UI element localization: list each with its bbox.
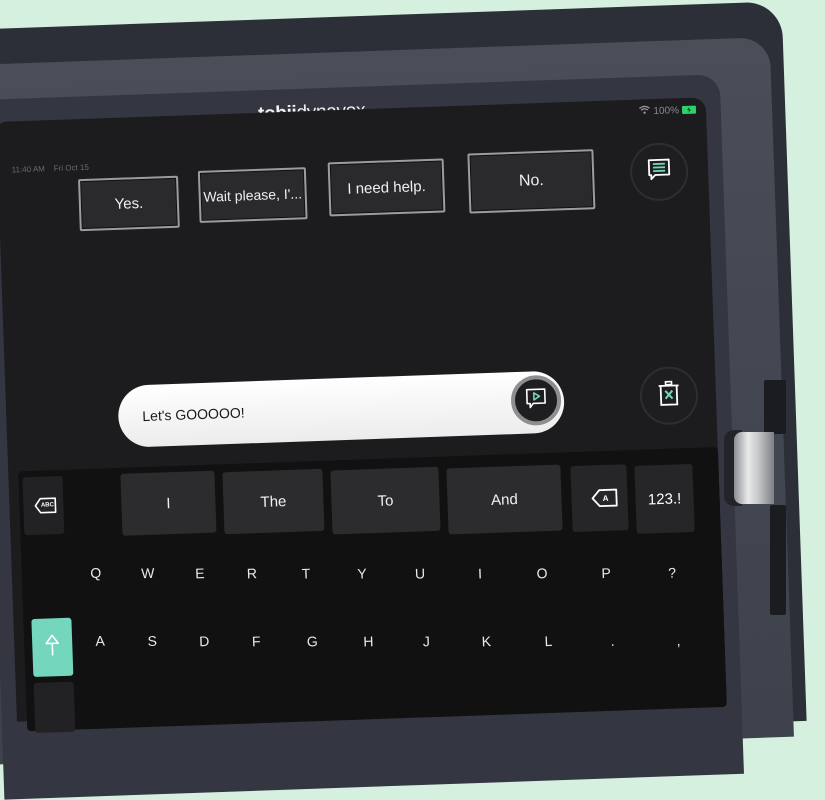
letter-key[interactable]: D	[192, 633, 217, 650]
lower-side-key[interactable]	[34, 682, 76, 733]
letter-key[interactable]: O	[530, 565, 555, 582]
prediction-key[interactable]: To	[330, 467, 440, 535]
letter-key[interactable]: .	[600, 632, 625, 649]
message-text[interactable]: Let's GOOOOO!	[142, 405, 245, 425]
message-list-icon	[646, 156, 673, 188]
mount-hinge	[734, 432, 774, 504]
speak-button[interactable]	[510, 374, 562, 426]
quick-phrase-label: Wait please, I'...	[203, 185, 302, 204]
letter-key[interactable]: Y	[350, 565, 375, 582]
shift-arrow-icon	[44, 633, 61, 663]
letter-key[interactable]: S	[140, 632, 165, 649]
quick-phrase-help[interactable]: I need help.	[328, 158, 446, 216]
trash-clear-icon	[655, 379, 682, 413]
quick-phrase-label: I need help.	[347, 178, 426, 198]
letter-key[interactable]: E	[188, 565, 213, 582]
prediction-label: I	[166, 495, 171, 512]
letter-key[interactable]: F	[244, 633, 269, 650]
numbers-key[interactable]: 123.!	[634, 464, 694, 534]
prediction-key[interactable]: And	[446, 465, 562, 535]
status-bar-left: 11:40 AM Fri Oct 15	[12, 163, 90, 175]
letter-key[interactable]: P	[594, 565, 619, 582]
quick-phrase-wait[interactable]: Wait please, I'...	[198, 167, 308, 223]
abc-label: ABC	[41, 502, 54, 508]
letter-key[interactable]: R	[240, 565, 265, 582]
wifi-icon	[639, 105, 650, 117]
prediction-label: The	[260, 493, 286, 511]
prediction-key[interactable]: I	[120, 471, 216, 536]
letter-key[interactable]: Q	[84, 564, 109, 581]
status-bar-right: 100%	[639, 104, 696, 118]
letter-key[interactable]: ?	[660, 564, 685, 581]
speak-message-icon	[524, 385, 549, 415]
clear-message-button[interactable]	[639, 366, 699, 426]
keyboard: ABC I The To And A	[18, 447, 727, 731]
letter-key[interactable]: U	[408, 565, 433, 582]
letter-key[interactable]: W	[136, 565, 161, 582]
status-time: 11:40 AM	[12, 164, 46, 174]
letter-key[interactable]: H	[356, 633, 381, 650]
device-screen: 11:40 AM Fri Oct 15 100% Yes. Wait pleas…	[0, 97, 727, 721]
phrase-list-button[interactable]	[629, 142, 689, 202]
battery-charging-icon	[682, 106, 696, 114]
case-side-clip	[770, 505, 786, 615]
letter-key[interactable]: ,	[666, 632, 691, 649]
quick-phrase-no[interactable]: No.	[467, 149, 595, 213]
letter-key[interactable]: J	[414, 633, 439, 650]
backspace-abc-icon: ABC	[33, 496, 55, 515]
message-bar[interactable]: Let's GOOOOO!	[117, 370, 565, 448]
battery-percent: 100%	[653, 105, 679, 117]
prediction-key[interactable]: The	[222, 469, 324, 534]
delete-word-key[interactable]: ABC	[22, 476, 64, 535]
letter-key[interactable]: G	[300, 633, 325, 650]
numbers-label: 123.!	[648, 490, 682, 508]
case-side-clip-top	[764, 380, 786, 434]
letter-key[interactable]: T	[294, 565, 319, 582]
delete-letter-label: A	[602, 493, 608, 502]
quick-phrase-label: No.	[519, 172, 545, 191]
letter-key[interactable]: K	[474, 633, 499, 650]
status-date: Fri Oct 15	[54, 163, 89, 173]
letter-key[interactable]: A	[88, 632, 113, 649]
prediction-label: And	[491, 491, 518, 509]
letter-key[interactable]: L	[536, 633, 561, 650]
quick-phrase-label: Yes.	[114, 194, 143, 212]
backspace-letter-icon: A	[590, 488, 608, 509]
shift-key[interactable]	[31, 618, 73, 677]
quick-phrase-yes[interactable]: Yes.	[78, 176, 180, 231]
letter-key[interactable]: I	[468, 565, 493, 582]
prediction-label: To	[377, 492, 393, 510]
delete-letter-key[interactable]: A	[570, 464, 628, 532]
